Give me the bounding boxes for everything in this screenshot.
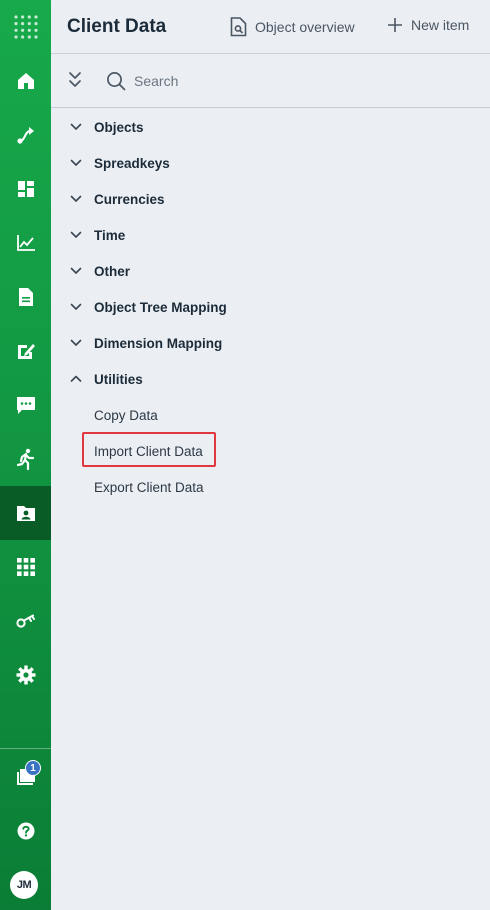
chevron-down-icon [70,159,82,166]
rail-home[interactable] [0,54,51,108]
chart-icon [16,235,35,251]
new-item-label: New item [411,17,470,33]
tree-node-other[interactable]: Other [51,253,490,289]
workflow-icon [16,127,34,144]
tree-leaf-export-client-data[interactable]: Export Client Data [94,469,204,505]
chevron-down-icon [70,231,82,238]
rail-folders[interactable] [0,750,51,804]
document-search-icon [230,17,247,37]
rail-dashboard[interactable] [0,162,51,216]
tree-toolbar [51,55,490,108]
client-data-folder-icon [16,506,35,521]
search-icon [107,72,126,91]
rail-access-rights[interactable] [0,594,51,648]
rail-workflow[interactable] [0,108,51,162]
tree-node-label: Spreadkeys [94,155,170,171]
edit-document-icon [17,344,35,359]
tree-leaf-import-client-data[interactable]: Import Client Data [94,433,203,469]
tree-node-time[interactable]: Time [51,217,490,253]
rail-input-forms[interactable] [0,324,51,378]
rail-client-data[interactable] [0,486,51,540]
chevron-down-icon [70,267,82,274]
avatar[interactable]: JM [10,871,38,899]
new-item-button[interactable]: New item [387,17,469,33]
rail-divider [0,748,51,749]
tree-node-label: Objects [94,119,144,135]
rail-apps[interactable] [0,540,51,594]
running-person-icon [16,448,34,470]
collapse-all-button[interactable] [67,71,83,94]
notification-badge: 1 [25,760,41,776]
tree-node-currencies[interactable]: Currencies [51,181,490,217]
tree-node-dimension-mapping[interactable]: Dimension Mapping [51,325,490,361]
tree-node-objects[interactable]: Objects [51,109,490,145]
object-overview-label: Object overview [255,19,355,35]
dashboard-icon [17,181,34,197]
rail-analytics[interactable] [0,216,51,270]
document-icon [18,288,33,306]
key-icon [15,614,35,628]
left-nav-rail: 1 JM [0,0,51,910]
object-overview-button[interactable]: Object overview [230,17,355,37]
chevron-down-icon [70,195,82,202]
chevron-up-icon [70,375,82,382]
rail-reports[interactable] [0,270,51,324]
double-chevron-down-icon [69,72,81,87]
tree-node-spreadkeys[interactable]: Spreadkeys [51,145,490,181]
page-title: Client Data [67,16,167,37]
plus-icon [388,18,402,32]
tree-node-label: Dimension Mapping [94,335,223,351]
tree-node-label: Currencies [94,191,165,207]
dots-grid-icon [13,15,38,39]
page-header: Client Data Object overview New item [51,0,490,54]
tree-node-object-tree-mapping[interactable]: Object Tree Mapping [51,289,490,325]
tree-leaf-copy-data[interactable]: Copy Data [94,397,158,433]
home-icon [17,73,34,89]
tree-node-label: Utilities [94,371,143,387]
tree-node-label: Time [94,227,126,243]
chat-icon [16,397,35,414]
gear-icon [16,665,35,685]
chevron-down-icon [70,339,82,346]
chevron-down-icon [70,303,82,310]
rail-settings[interactable] [0,648,51,702]
app-launcher-button[interactable] [0,0,51,54]
search-box[interactable] [106,71,334,91]
tree-node-label: Other [94,263,131,279]
rail-help[interactable] [0,804,51,858]
chevron-down-icon [70,123,82,130]
rail-activities[interactable] [0,432,51,486]
help-icon [17,822,34,840]
apps-grid-icon [16,558,35,576]
search-input[interactable] [134,73,334,89]
rail-comments[interactable] [0,378,51,432]
tree-node-label: Object Tree Mapping [94,299,227,315]
tree-node-utilities[interactable]: Utilities [51,361,490,397]
